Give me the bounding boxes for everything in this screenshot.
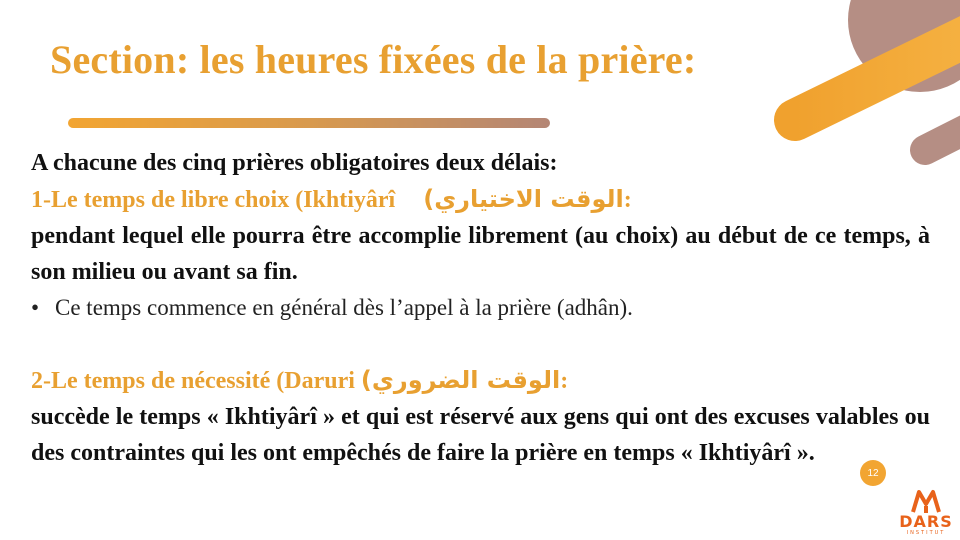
decorative-stripe-short [910, 115, 960, 165]
item1-body: pendant lequel elle pourra être accompli… [31, 223, 930, 285]
bullet-dot: • [31, 295, 40, 320]
dars-logo-text: DARS [899, 512, 953, 531]
item1-heading-ar: الوقت الاختياري) [423, 185, 624, 213]
item2-heading: 2-Le temps de nécessité (Daruri الوقت ال… [31, 362, 930, 399]
item2-heading-colon: : [560, 368, 569, 394]
slide-content: A chacune des cinq prières obligatoires … [31, 145, 930, 471]
item2-body: succède le temps « Ikhtiyârî » et qui es… [31, 404, 930, 466]
item1-heading: 1-Le temps de libre choix (Ikhtiyârî الو… [31, 181, 930, 218]
item1-bullet: • Ce temps commence en général dès l’app… [31, 290, 930, 326]
slide-title: Section: les heures fixées de la prière: [50, 37, 697, 82]
page-number-badge: 12 [860, 460, 886, 486]
item1-bullet-text: Ce temps commence en général dès l’appel… [55, 295, 633, 320]
dars-logo: DARS INSTITUT [895, 488, 957, 538]
dars-logo-subtitle: INSTITUT [906, 530, 946, 536]
item2-heading-fr: 2-Le temps de nécessité (Daruri [31, 368, 355, 394]
item1-heading-fr: 1-Le temps de libre choix (Ikhtiyârî [31, 187, 396, 213]
intro-text: A chacune des cinq prières obligatoires … [31, 150, 558, 176]
item2-heading-ar: الوقت الضروري) [360, 366, 561, 394]
title-underline-bar [68, 118, 550, 128]
item1-heading-colon: : [623, 187, 632, 213]
dars-logo-mark [911, 490, 941, 513]
